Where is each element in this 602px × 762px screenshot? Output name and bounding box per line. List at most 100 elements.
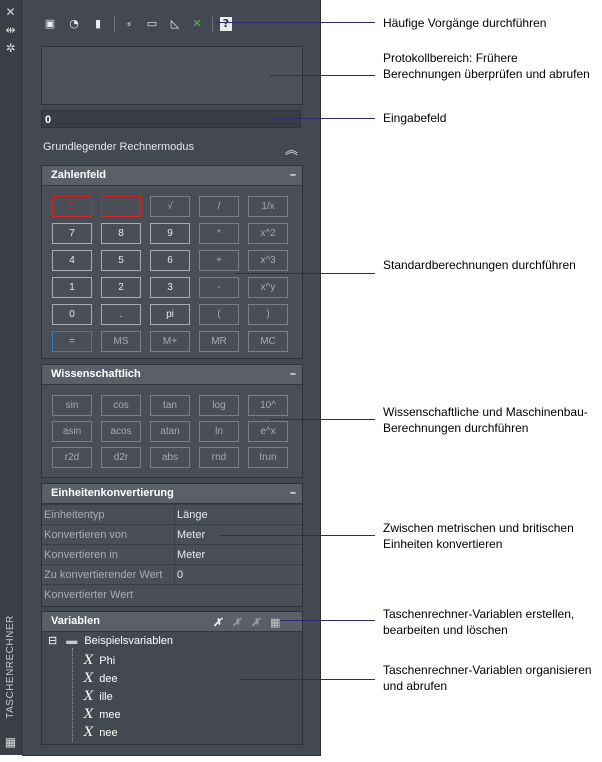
number-pad-button[interactable]: ) — [248, 304, 288, 325]
number-pad-button[interactable]: 4 — [52, 250, 92, 271]
number-pad-button[interactable]: ← — [101, 196, 141, 217]
number-pad-button[interactable]: x^3 — [248, 250, 288, 271]
number-pad-button[interactable]: MR — [199, 331, 239, 352]
leader-line — [270, 75, 375, 76]
number-pad-button[interactable]: pi — [150, 304, 190, 325]
number-pad-button[interactable]: 8 — [101, 223, 141, 244]
number-pad-button[interactable]: 1/x — [248, 196, 288, 217]
scientific-button[interactable]: d2r — [101, 447, 141, 468]
calculator-icon[interactable]: ▦ — [270, 613, 280, 632]
expand-mode-icon[interactable]: ︽ — [285, 139, 298, 158]
number-pad-header[interactable]: Zahlenfeld – — [42, 166, 302, 186]
scientific-button[interactable]: asin — [52, 421, 92, 442]
number-pad-button[interactable]: x^y — [248, 277, 288, 298]
scientific-button[interactable]: rnd — [199, 447, 239, 468]
number-pad-button[interactable]: MS — [101, 331, 141, 352]
calculator-icon[interactable]: ▦ — [3, 735, 18, 749]
number-pad-button[interactable]: 0 — [52, 304, 92, 325]
number-pad-button[interactable]: 3 — [150, 277, 190, 298]
number-pad-button[interactable]: 1 — [52, 277, 92, 298]
number-pad-button[interactable]: - — [199, 277, 239, 298]
number-pad-button[interactable]: * — [199, 223, 239, 244]
annotation: Taschenrechner-Variablen organisieren un… — [383, 663, 592, 693]
unit-row-value[interactable]: Zu konvertierender Wert 0 — [42, 564, 302, 585]
scientific-button[interactable]: ln — [199, 421, 239, 442]
number-pad-button[interactable]: 7 — [52, 223, 92, 244]
collapse-icon[interactable]: – — [290, 166, 296, 185]
collapse-tree-icon[interactable]: ⊟ — [48, 635, 57, 647]
value-to-convert-field[interactable]: 0 — [174, 565, 301, 585]
paste-icon[interactable]: ▮ — [90, 16, 106, 32]
unit-label: Zu konvertierender Wert — [44, 569, 163, 581]
scientific-button[interactable]: 10^ — [248, 395, 288, 416]
variable-item[interactable]: Xmee — [84, 707, 121, 722]
settings-icon[interactable]: ✲ — [3, 41, 18, 55]
number-pad-button[interactable]: x^2 — [248, 223, 288, 244]
number-pad-button[interactable]: C — [52, 196, 92, 217]
number-pad-button[interactable]: 6 — [150, 250, 190, 271]
edit-variable-icon[interactable]: ✗ — [232, 613, 241, 632]
scientific-button[interactable]: tan — [150, 395, 190, 416]
pin-icon[interactable]: ⇹ — [3, 23, 18, 37]
toolbar-separator — [114, 16, 115, 32]
number-pad-button[interactable]: 2 — [101, 277, 141, 298]
distance-icon[interactable]: ▭ — [144, 16, 160, 32]
leader-line — [235, 273, 375, 274]
variable-item[interactable]: Xille — [84, 689, 113, 704]
collapse-icon[interactable]: – — [290, 484, 296, 503]
angle-icon[interactable]: ◺ — [167, 16, 183, 32]
delete-variable-icon[interactable]: ✗ — [251, 613, 260, 632]
unit-row-result: Konvertierter Wert — [42, 584, 302, 605]
unit-row-type[interactable]: Einheitentyp Länge — [42, 504, 302, 525]
new-variable-icon[interactable]: ✗ — [213, 613, 222, 632]
variable-item[interactable]: X Phi — [84, 653, 115, 668]
number-pad-button[interactable]: / — [199, 196, 239, 217]
number-pad-button[interactable]: √ — [150, 196, 190, 217]
scientific-button[interactable]: atan — [150, 421, 190, 442]
units-title: Einheitenkonvertierung — [51, 487, 174, 499]
scientific-header[interactable]: Wissenschaftlich – — [42, 365, 302, 385]
clear-history-icon[interactable]: ◔ — [66, 16, 82, 32]
variable-item[interactable]: Xnee — [84, 725, 118, 740]
scientific-button[interactable]: sin — [52, 395, 92, 416]
variable-icon: X — [84, 689, 94, 704]
unit-row-to[interactable]: Konvertieren in Meter — [42, 544, 302, 565]
number-pad-button[interactable]: = — [52, 331, 92, 352]
convert-to-select[interactable]: Meter — [174, 545, 301, 565]
annotation: Zwischen metrischen und britischen Einhe… — [383, 521, 574, 551]
unit-label: Konvertieren von — [44, 529, 128, 541]
scientific-button[interactable]: abs — [150, 447, 190, 468]
history-area[interactable] — [41, 46, 303, 105]
number-pad-button[interactable]: 5 — [101, 250, 141, 271]
units-header[interactable]: Einheitenkonvertierung – — [42, 484, 302, 504]
collapse-icon[interactable]: – — [290, 365, 296, 384]
intersection-icon[interactable]: ✕ — [189, 16, 205, 32]
close-icon[interactable]: ✕ — [3, 5, 18, 19]
leader-line — [240, 679, 375, 680]
number-pad-button[interactable]: ( — [199, 304, 239, 325]
folder-icon: ▬ — [66, 635, 78, 647]
variable-name: ille — [99, 691, 113, 703]
category-node[interactable]: ⊟ ▬ Beispielsvariablen — [48, 634, 173, 647]
get-coordinates-icon[interactable]: ⸗ — [121, 16, 137, 32]
mode-label: Grundlegender Rechnermodus — [43, 141, 195, 153]
variable-item[interactable]: Xdee — [84, 671, 118, 686]
scientific-button[interactable]: log — [199, 395, 239, 416]
scientific-button[interactable]: cos — [101, 395, 141, 416]
variables-header: Variablen ✗ ✗ ✗ ▦ — [42, 612, 302, 632]
scientific-button[interactable]: e^x — [248, 421, 288, 442]
input-box[interactable]: 0 — [41, 110, 301, 128]
number-pad-button[interactable]: + — [199, 250, 239, 271]
number-pad-button[interactable]: MC — [248, 331, 288, 352]
number-pad-button[interactable]: 9 — [150, 223, 190, 244]
scientific-button[interactable]: acos — [101, 421, 141, 442]
scientific-button[interactable]: r2d — [52, 447, 92, 468]
help-icon[interactable]: ? — [220, 17, 232, 31]
leader-line — [215, 22, 375, 23]
annotation: Taschenrechner-Variablen erstellen, bear… — [383, 607, 575, 637]
scientific-button[interactable]: trun — [248, 447, 288, 468]
unit-type-select[interactable]: Länge — [174, 505, 301, 525]
clear-icon[interactable]: ▣ — [42, 16, 58, 32]
number-pad-button[interactable]: . — [101, 304, 141, 325]
number-pad-button[interactable]: M+ — [150, 331, 190, 352]
